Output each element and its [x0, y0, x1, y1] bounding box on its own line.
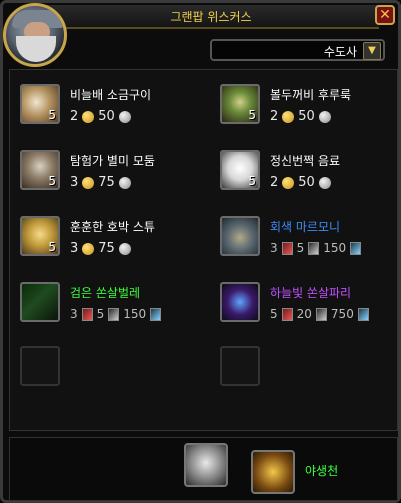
currency-a-amount: 3	[270, 241, 278, 255]
bag-icon: 5	[20, 150, 60, 190]
feather-token-icon	[315, 307, 327, 321]
currency-a-amount: 3	[70, 307, 78, 321]
silver-coin-icon	[318, 110, 331, 123]
vendor-item[interactable]: 회색 마르모니 3 5 150	[214, 206, 394, 268]
vendor-item[interactable]: 5 비늘배 소금구이 2 50	[14, 74, 194, 136]
currency-a-amount: 5	[270, 307, 278, 321]
gold-coin-icon	[82, 176, 95, 189]
close-button[interactable]: ✕	[375, 5, 395, 25]
item-price: 2 50	[70, 109, 131, 124]
gold-amount: 3	[70, 241, 79, 256]
item-count: 5	[248, 174, 256, 188]
item-price: 5 20 750	[270, 307, 369, 321]
item-name: 하늘빛 쏜살파리	[270, 286, 352, 300]
item-price: 3 5 150	[70, 307, 162, 321]
gold-amount: 2	[70, 109, 79, 124]
chevron-down-icon[interactable]: ▼	[363, 42, 381, 60]
item-count: 5	[48, 174, 56, 188]
item-name: 탐험가 별미 모둠	[70, 154, 155, 168]
item-name: 비늘배 소금구이	[70, 88, 152, 102]
silver-amount: 75	[98, 175, 115, 190]
item-count: 5	[248, 108, 256, 122]
silver-amount: 75	[98, 241, 115, 256]
vendor-item[interactable]: 5 볼두꺼비 후루룩 2 50	[214, 74, 394, 136]
item-price: 2 50	[270, 109, 331, 124]
currency-b-amount: 20	[296, 307, 312, 321]
currency-c-amount: 150	[123, 307, 147, 321]
item-price: 3 5 150	[270, 241, 362, 255]
money-bag-icon[interactable]	[184, 443, 228, 487]
tome-token-icon	[357, 307, 369, 321]
currency-c-amount: 150	[323, 241, 347, 255]
silver-amount: 50	[298, 109, 315, 124]
item-price: 2 50	[270, 175, 331, 190]
item-price: 3 75	[70, 175, 131, 190]
vendor-item[interactable]: 검은 쏜살벌레 3 5 150	[14, 272, 194, 334]
gold-amount: 3	[70, 175, 79, 190]
item-count: 5	[48, 240, 56, 254]
soup-bowl-icon: 5	[220, 84, 260, 124]
window-title: 그랜팝 위스커스	[170, 10, 252, 24]
marmoni-icon	[220, 216, 260, 256]
stew-icon: 5	[20, 216, 60, 256]
vendor-item[interactable]: 5 탐험가 별미 모둠 3 75	[14, 140, 194, 202]
silver-coin-icon	[118, 176, 131, 189]
fish-icon: 5	[20, 84, 60, 124]
item-name: 볼두꺼비 후루룩	[270, 88, 352, 102]
silver-coin-icon	[318, 176, 331, 189]
vendor-item[interactable]: 하늘빛 쏜살파리 5 20 750	[214, 272, 394, 334]
gold-coin-icon	[282, 110, 295, 123]
red-token-icon	[281, 241, 293, 255]
gold-coin-icon	[82, 242, 95, 255]
wild-label: 야생천	[305, 464, 339, 478]
gold-coin-icon	[82, 110, 95, 123]
red-token-icon	[281, 307, 293, 321]
vendor-item[interactable]: 5 정신번쩍 음료 2 50	[214, 140, 394, 202]
vendor-portrait	[3, 3, 67, 67]
filter-value: 수도사	[323, 45, 357, 59]
title-bar: 그랜팝 위스커스	[43, 5, 379, 29]
red-token-icon	[81, 307, 93, 321]
tome-token-icon	[150, 307, 162, 321]
tome-token-icon	[350, 241, 362, 255]
currency-b-amount: 5	[96, 307, 105, 321]
gold-coin-icon	[282, 176, 295, 189]
item-grid: 5 비늘배 소금구이 2 50 5 볼두꺼비 후루룩 2 50 5 탐험가 별미…	[9, 69, 398, 431]
gold-amount: 2	[270, 175, 279, 190]
item-name: 검은 쏜살벌레	[70, 286, 141, 300]
silver-amount: 50	[298, 175, 315, 190]
vendor-item[interactable]: 5 훈훈한 호박 스튜 3 75	[14, 206, 194, 268]
wild-spiral-icon[interactable]	[251, 450, 295, 494]
portrait-beard	[16, 36, 56, 62]
silver-amount: 50	[98, 109, 115, 124]
feather-token-icon	[108, 307, 120, 321]
feather-token-icon	[308, 241, 320, 255]
item-count: 5	[48, 108, 56, 122]
item-price: 3 75	[70, 241, 131, 256]
currency-b-amount: 5	[296, 241, 305, 255]
cup-icon: 5	[220, 150, 260, 190]
filter-dropdown[interactable]: 수도사 ▼	[210, 39, 385, 61]
empty-item-slot	[220, 346, 260, 386]
gold-amount: 2	[270, 109, 279, 124]
silver-coin-icon	[118, 242, 131, 255]
item-name: 훈훈한 호박 스튜	[70, 220, 155, 234]
black-dragonfly-icon	[20, 282, 60, 322]
item-name: 회색 마르모니	[270, 220, 341, 234]
empty-item-slot	[20, 346, 60, 386]
sky-dragonfly-icon	[220, 282, 260, 322]
silver-coin-icon	[118, 110, 131, 123]
currency-c-amount: 750	[330, 307, 354, 321]
vendor-window: 그랜팝 위스커스 ✕ 수도사 ▼ 5 비늘배 소금구이 2 50 5 볼두꺼비 …	[0, 0, 401, 503]
item-name: 정신번쩍 음료	[270, 154, 341, 168]
